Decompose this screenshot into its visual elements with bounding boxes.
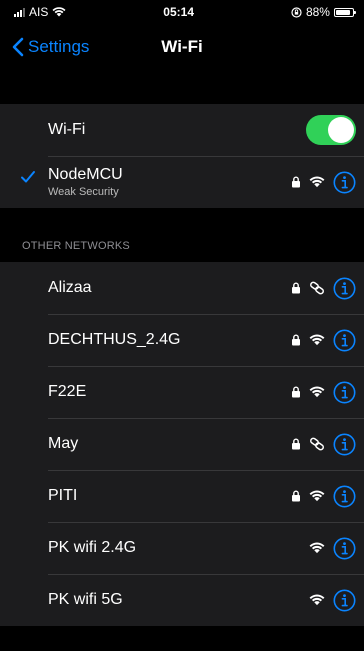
network-icons — [291, 329, 356, 352]
wifi-icon — [309, 386, 325, 398]
wifi-icon — [309, 334, 325, 346]
network-row-1[interactable]: DECHTHUS_2.4G — [0, 314, 364, 366]
connected-network-icons — [291, 171, 356, 194]
status-right: 88% — [291, 5, 356, 19]
connected-network-texts: NodeMCU Weak Security — [48, 166, 291, 198]
network-icons — [291, 277, 356, 300]
info-icon[interactable] — [333, 537, 356, 560]
lock-icon — [291, 282, 301, 294]
network-icons — [309, 589, 356, 612]
other-networks-header: OTHER NETWORKS — [22, 240, 130, 252]
network-row-5[interactable]: PK wifi 2.4G — [0, 522, 364, 574]
orientation-lock-icon — [291, 6, 302, 18]
carrier-name: AIS — [29, 5, 49, 19]
info-icon[interactable] — [333, 171, 356, 194]
info-icon[interactable] — [333, 433, 356, 456]
connected-network-subtitle: Weak Security — [48, 186, 119, 198]
wifi-toggle-row: Wi-Fi — [0, 104, 364, 156]
battery-fill — [335, 9, 350, 15]
connected-network-name: NodeMCU — [48, 166, 123, 183]
other-networks-list: Alizaa DECHTHUS_2.4G F22E May PITI PK wi… — [0, 262, 364, 626]
network-icons — [291, 433, 356, 456]
wifi-icon — [309, 594, 325, 606]
status-left: AIS — [14, 5, 66, 19]
section-spacer — [0, 70, 364, 104]
hotspot-icon — [309, 281, 325, 295]
connected-network-row[interactable]: NodeMCU Weak Security — [0, 156, 364, 208]
network-row-0[interactable]: Alizaa — [0, 262, 364, 314]
back-button[interactable]: Settings — [0, 37, 89, 57]
wifi-toggle-switch[interactable] — [306, 115, 356, 145]
network-row-4[interactable]: PITI — [0, 470, 364, 522]
wifi-icon — [309, 542, 325, 554]
cellular-signal-icon — [14, 7, 25, 17]
network-name: PK wifi 5G — [48, 591, 123, 608]
lock-icon — [291, 334, 301, 346]
lock-icon — [291, 176, 301, 188]
info-icon[interactable] — [333, 381, 356, 404]
network-row-6[interactable]: PK wifi 5G — [0, 574, 364, 626]
back-button-label: Settings — [28, 37, 90, 56]
lock-icon — [291, 386, 301, 398]
info-icon[interactable] — [333, 277, 356, 300]
network-row-2[interactable]: F22E — [0, 366, 364, 418]
status-bar: AIS 05:14 88% — [0, 0, 364, 24]
info-icon[interactable] — [333, 589, 356, 612]
toggle-knob — [328, 117, 354, 143]
network-name: F22E — [48, 383, 87, 400]
network-row-3[interactable]: May — [0, 418, 364, 470]
network-icons — [291, 381, 356, 404]
network-name: May — [48, 435, 79, 452]
status-time: 05:14 — [163, 5, 194, 19]
wifi-main-group: Wi-Fi NodeMCU Weak Security — [0, 104, 364, 208]
wifi-icon — [309, 176, 325, 188]
battery-icon — [333, 7, 356, 17]
info-icon[interactable] — [333, 329, 356, 352]
info-icon[interactable] — [333, 485, 356, 508]
network-name: PITI — [48, 487, 78, 504]
network-name: DECHTHUS_2.4G — [48, 331, 181, 348]
network-name: PK wifi 2.4G — [48, 539, 137, 556]
battery-percent: 88% — [305, 5, 330, 19]
wifi-toggle-label: Wi-Fi — [48, 121, 86, 138]
network-icons — [291, 485, 356, 508]
status-wifi-icon — [52, 7, 66, 17]
wifi-icon — [309, 490, 325, 502]
lock-icon — [291, 490, 301, 502]
checkmark-icon — [20, 170, 36, 189]
navigation-bar: Settings Wi-Fi — [0, 24, 364, 70]
hotspot-icon — [309, 437, 325, 451]
lock-icon — [291, 438, 301, 450]
chevron-left-icon — [12, 37, 24, 57]
network-name: Alizaa — [48, 279, 92, 296]
network-icons — [309, 537, 356, 560]
